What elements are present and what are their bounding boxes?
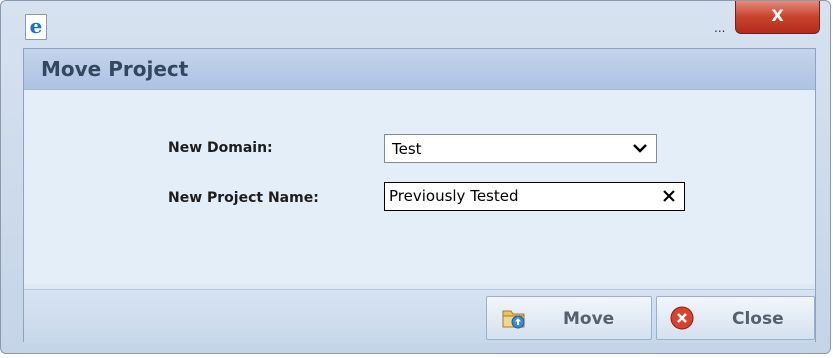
browser-icon: e <box>25 14 47 40</box>
close-circle-icon <box>670 306 694 330</box>
page-title: Move Project <box>41 57 189 81</box>
dialog-header: Move Project <box>24 49 815 90</box>
move-button-label: Move <box>563 309 615 329</box>
dialog-footer: Move Close <box>24 289 815 343</box>
move-button[interactable]: Move <box>486 296 652 340</box>
window-close-button[interactable]: X <box>735 1 820 34</box>
chevron-down-icon <box>633 144 647 153</box>
window-titlebar[interactable]: e ... X <box>1 1 830 47</box>
folder-upload-icon <box>502 310 525 329</box>
new-domain-label: New Domain: <box>168 140 273 156</box>
new-project-name-field[interactable]: Previously Tested <box>384 182 685 211</box>
new-project-name-value: Previously Tested <box>389 187 519 205</box>
titlebar-ellipsis: ... <box>714 21 726 35</box>
dialog-content: Move Project New Domain: Test New Projec… <box>23 48 816 343</box>
new-project-name-label: New Project Name: <box>168 190 319 206</box>
dialog-window: e ... X Move Project New Domain: Test Ne… <box>0 0 831 354</box>
clear-icon[interactable] <box>663 190 675 202</box>
new-domain-value: Test <box>392 140 422 158</box>
new-domain-select[interactable]: Test <box>384 134 657 163</box>
close-button-label: Close <box>732 309 784 329</box>
close-button[interactable]: Close <box>656 296 815 340</box>
